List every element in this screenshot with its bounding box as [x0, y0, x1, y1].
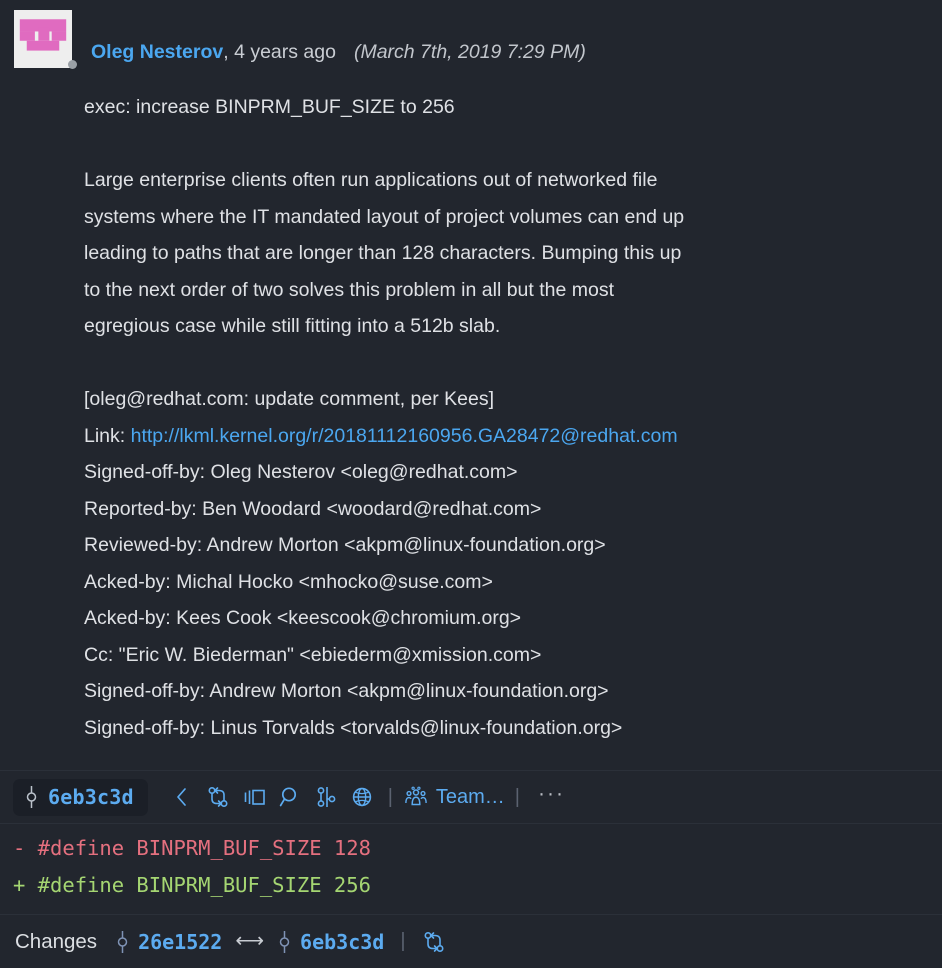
presence-dot-icon [68, 60, 77, 69]
commit-node-icon [26, 785, 37, 808]
message-line: Signed-off-by: Andrew Morton <akpm@linux… [84, 680, 609, 702]
toolbar-separator-2: | [514, 785, 520, 808]
message-line: exec: increase BINPRM_BUF_SIZE to 256 [84, 96, 455, 118]
toolbar-separator-1: | [387, 785, 393, 808]
message-line: leading to paths that are longer than 12… [84, 242, 682, 264]
more-options-button[interactable]: ··· [528, 782, 575, 806]
changes-to-ref[interactable]: 6eb3c3d [277, 930, 384, 954]
absolute-date: (March 7th, 2019 7:29 PM) [353, 41, 586, 63]
changes-separator: | [400, 930, 406, 952]
commit-hash-badge[interactable]: 6eb3c3d [13, 778, 148, 816]
git-compare-icon[interactable] [200, 780, 236, 814]
message-line: Acked-by: Michal Hocko <mhocko@suse.com> [84, 570, 493, 593]
message-line: [oleg@redhat.com: update comment, per Ke… [84, 388, 495, 410]
search-icon[interactable] [272, 780, 308, 814]
team-icon [405, 786, 427, 806]
diff-removed-line: - #define BINPRM_BUF_SIZE 128 [13, 836, 371, 860]
commit-author-header: Oleg Nesterov, 4 years ago (March 7th, 20… [0, 0, 942, 69]
message-line: egregious case while still fitting into … [84, 315, 501, 337]
author-line: Oleg Nesterov, 4 years ago (March 7th, 20… [91, 40, 586, 64]
chevron-left-icon[interactable] [164, 780, 200, 814]
commit-detail-panel: Oleg Nesterov, 4 years ago (March 7th, 20… [0, 0, 942, 968]
team-label: Team… [435, 785, 505, 808]
message-line: Cc: "Eric W. Biederman" <ebiederm@xmissi… [84, 643, 542, 666]
changes-to-ref-text: 6eb3c3d [300, 929, 385, 954]
identicon-avatar-icon [14, 10, 72, 68]
message-line: Signed-off-by: Linus Torvalds <torvalds@… [84, 716, 623, 739]
message-line: systems where the IT mandated layout of … [84, 205, 685, 228]
message-line: Reported-by: Ben Woodard <woodard@redhat… [84, 497, 542, 520]
relative-time: 4 years ago [234, 41, 336, 63]
commit-node-icon [279, 930, 290, 953]
diff-added-line: + #define BINPRM_BUF_SIZE 256 [13, 873, 371, 897]
message-line: Large enterprise clients often run appli… [84, 169, 658, 191]
diff-preview: - #define BINPRM_BUF_SIZE 128 + #define … [0, 823, 942, 914]
git-compare-icon[interactable] [418, 926, 450, 958]
message-line-prefix: Link: [84, 424, 131, 447]
message-line: to the next order of two solves this pro… [84, 278, 615, 301]
message-line: Signed-off-by: Oleg Nesterov <oleg@redha… [84, 461, 518, 483]
changes-from-ref-text: 26e1522 [138, 929, 223, 954]
avatar [14, 10, 77, 69]
globe-icon[interactable] [344, 780, 380, 814]
message-line: Acked-by: Kees Cook <keescook@chromium.o… [84, 607, 522, 629]
compare-arrow-icon: ⟷ [235, 930, 265, 952]
author-separator: , [223, 41, 235, 63]
commit-toolbar: 6eb3c3d | Team… | ··· [0, 770, 942, 823]
commit-hash-text: 6eb3c3d [48, 784, 134, 809]
author-name[interactable]: Oleg Nesterov [91, 41, 223, 63]
commit-link[interactable]: http://lkml.kernel.org/r/20181112160956.… [131, 425, 678, 447]
changes-label: Changes [15, 929, 98, 953]
team-button[interactable]: Team… [401, 785, 507, 809]
split-view-icon[interactable] [236, 780, 272, 814]
commit-message-body: exec: increase BINPRM_BUF_SIZE to 256 Lar… [0, 68, 942, 770]
message-line: Reviewed-by: Andrew Morton <akpm@linux-f… [84, 534, 606, 556]
message-line: Link: http://lkml.kernel.org/r/201811121… [84, 418, 942, 455]
commit-node-icon [117, 930, 128, 953]
git-graph-icon[interactable] [308, 780, 344, 814]
changes-from-ref[interactable]: 26e1522 [115, 930, 222, 954]
changes-bar: Changes 26e1522 ⟷ 6eb3c3d | [0, 914, 942, 968]
toolbar-icon-group [164, 780, 380, 814]
